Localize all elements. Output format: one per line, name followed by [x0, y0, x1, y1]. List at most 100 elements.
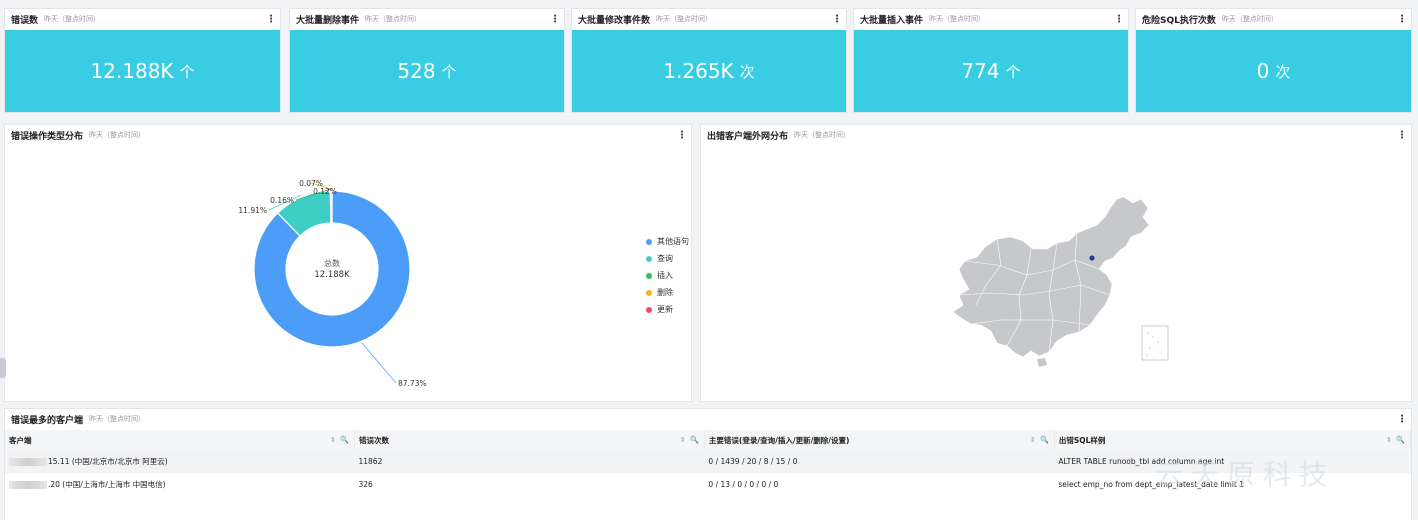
metric-subtitle: 昨天（整点时间）: [929, 15, 986, 23]
panel-title: 错误操作类型分布: [11, 131, 84, 142]
sql-cell: select emp_no from dept_emp_latest_date …: [1058, 480, 1245, 489]
legend-color-dot: [646, 238, 652, 245]
metric-title: 危险SQL执行次数: [1142, 15, 1216, 26]
donut-center-label: 总数: [324, 258, 340, 268]
panel-header: 错误最多的客户端 昨天（整点时间） ⋮: [5, 409, 1411, 429]
table-header-row: 客户端 ⇕ 🔍 错误次数 ⇕ 🔍 主要错误(登录/查询/插入/更新/删除/设置) ⇕ …: [5, 430, 1412, 450]
metric-value: 528: [397, 59, 436, 83]
donut-center-value: 12.188K: [314, 270, 350, 280]
slice-percent-label: 11.91%: [238, 206, 267, 215]
slice-leader-line: [361, 342, 397, 384]
legend-item[interactable]: 查询: [646, 250, 689, 267]
legend-label: 删除: [657, 288, 673, 297]
metric-unit: 个: [1005, 62, 1021, 81]
table-panel: 错误最多的客户端 昨天（整点时间） ⋮ 客户端 ⇕ 🔍 错误次数 ⇕ 🔍 主要错误(…: [4, 408, 1412, 520]
hainan-island: [1037, 358, 1047, 367]
metric-unit: 次: [1275, 62, 1291, 81]
client-cell: .20 (中国/上海市/上海市 中国电信): [5, 473, 354, 496]
slice-percent-label: 0.12%: [313, 187, 337, 196]
sort-filter-icon[interactable]: ⇕ 🔍: [330, 436, 350, 444]
more-menu-icon[interactable]: ⋮: [266, 14, 276, 25]
metric-card-dangerous-sql: 危险SQL执行次数 昨天（整点时间） ⋮ 0 次: [1135, 8, 1412, 113]
panel-header: 错误操作类型分布 昨天（整点时间） ⋮: [5, 125, 691, 145]
panel-header: 出错客户端外网分布 昨天（整点时间） ⋮: [701, 125, 1411, 145]
legend-color-dot: [646, 255, 652, 262]
metric-body: 774 个: [854, 30, 1128, 112]
metric-card-bulk-delete: 大批量删除事件 昨天（整点时间） ⋮ 528 个: [289, 8, 565, 113]
metric-body: 528 个: [290, 30, 564, 112]
metric-subtitle: 昨天（整点时间）: [1221, 15, 1278, 23]
legend-label: 其他语句: [657, 237, 689, 246]
metric-header: 错误数 昨天（整点时间） ⋮: [5, 9, 280, 29]
table-row[interactable]: .20 (中国/上海市/上海市 中国电信) 326 0 / 13 / 0 / 0…: [5, 473, 1411, 496]
metric-card-bulk-update: 大批量修改事件数 昨天（整点时间） ⋮ 1.265K 次: [571, 8, 847, 113]
count-cell: 326: [358, 480, 373, 489]
china-map: [952, 196, 1169, 367]
metric-header: 大批量删除事件 昨天（整点时间） ⋮: [290, 9, 564, 29]
metric-subtitle: 昨天（整点时间）: [656, 15, 713, 23]
legend-item[interactable]: 删除: [646, 284, 689, 301]
more-menu-icon[interactable]: ⋮: [1397, 414, 1407, 425]
count-cell: 11862: [354, 450, 705, 473]
location-marker: [1089, 255, 1095, 261]
slice-percent-label: 87.73%: [398, 379, 427, 388]
more-menu-icon[interactable]: ⋮: [832, 14, 842, 25]
china-map-shape: [952, 196, 1150, 358]
legend-label: 更新: [657, 305, 673, 314]
metric-value: 0: [1256, 59, 1270, 83]
column-header-sql-sample[interactable]: 出错SQL样例 ⇕ 🔍: [1054, 430, 1412, 450]
more-menu-icon[interactable]: ⋮: [1397, 14, 1407, 25]
errors-cell: 0 / 13 / 0 / 0 / 0 / 0: [708, 480, 779, 489]
metric-body: 0 次: [1136, 30, 1411, 112]
metric-body: 1.265K 次: [572, 30, 846, 112]
sql-cell: ALTER TABLE runoob_tbl add column age in…: [1054, 450, 1411, 473]
sidebar-collapse-handle[interactable]: [0, 358, 6, 378]
map-panel: 出错客户端外网分布 昨天（整点时间） ⋮: [700, 124, 1412, 402]
panel-subtitle: 昨天（整点时间）: [89, 415, 146, 423]
more-menu-icon[interactable]: ⋮: [1114, 14, 1124, 25]
more-menu-icon[interactable]: ⋮: [550, 14, 560, 25]
legend-item[interactable]: 插入: [646, 267, 689, 284]
inset-islands: [1146, 332, 1161, 356]
metric-card-bulk-insert: 大批量插入事件 昨天（整点时间） ⋮ 774 个: [853, 8, 1129, 113]
client-cell: 15.11 (中国/北京市/北京市 阿里云): [5, 450, 355, 473]
redacted-ip: [9, 481, 47, 489]
legend-item[interactable]: 更新: [646, 301, 689, 318]
metric-header: 大批量修改事件数 昨天（整点时间） ⋮: [572, 9, 846, 29]
panel-subtitle: 昨天（整点时间）: [89, 131, 146, 139]
metric-subtitle: 昨天（整点时间）: [365, 15, 422, 23]
metric-header: 危险SQL执行次数 昨天（整点时间） ⋮: [1136, 9, 1411, 29]
metric-header: 大批量插入事件 昨天（整点时间） ⋮: [854, 9, 1128, 29]
sort-filter-icon[interactable]: ⇕ 🔍: [680, 436, 700, 444]
panel-subtitle: 昨天（整点时间）: [794, 131, 851, 139]
more-menu-icon[interactable]: ⋮: [1397, 130, 1407, 141]
metric-title: 大批量删除事件: [296, 15, 360, 26]
donut-chart: 总数 12.188K 87.73%11.91%0.16%0.07%0.12%: [238, 179, 427, 388]
errors-cell: 0 / 1439 / 20 / 8 / 15 / 0: [704, 450, 1055, 473]
legend-color-dot: [646, 289, 652, 296]
sort-filter-icon[interactable]: ⇕ 🔍: [1030, 436, 1050, 444]
pie-panel: 错误操作类型分布 昨天（整点时间） ⋮ 总数 12.188K 87.73% 11.…: [4, 124, 692, 402]
legend-label: 插入: [657, 271, 673, 280]
metric-unit: 个: [179, 62, 195, 81]
metric-value: 1.265K: [663, 59, 734, 83]
metric-unit: 次: [739, 62, 755, 81]
metric-title: 大批量修改事件数: [578, 15, 651, 26]
table-row[interactable]: 15.11 (中国/北京市/北京市 阿里云) 11862 0 / 1439 / …: [5, 450, 1411, 473]
column-header-error-count[interactable]: 错误次数 ⇕ 🔍: [354, 430, 705, 450]
legend-item[interactable]: 其他语句: [646, 233, 689, 250]
pie-legend: 其他语句查询插入删除更新: [646, 233, 689, 318]
client-error-table: 客户端 ⇕ 🔍 错误次数 ⇕ 🔍 主要错误(登录/查询/插入/更新/删除/设置) ⇕ …: [5, 430, 1412, 496]
metric-value: 774: [961, 59, 1000, 83]
column-header-client[interactable]: 客户端 ⇕ 🔍: [5, 430, 355, 450]
panel-title: 出错客户端外网分布: [707, 131, 789, 142]
metric-unit: 个: [441, 62, 457, 81]
panel-title: 错误最多的客户端: [11, 415, 84, 426]
column-header-main-errors[interactable]: 主要错误(登录/查询/插入/更新/删除/设置) ⇕ 🔍: [704, 430, 1055, 450]
redacted-ip: [9, 458, 47, 466]
metric-body: 12.188K 个: [5, 30, 280, 112]
legend-color-dot: [646, 306, 652, 313]
more-menu-icon[interactable]: ⋮: [677, 130, 687, 141]
sort-filter-icon[interactable]: ⇕ 🔍: [1386, 436, 1406, 444]
metric-title: 错误数: [11, 15, 39, 26]
